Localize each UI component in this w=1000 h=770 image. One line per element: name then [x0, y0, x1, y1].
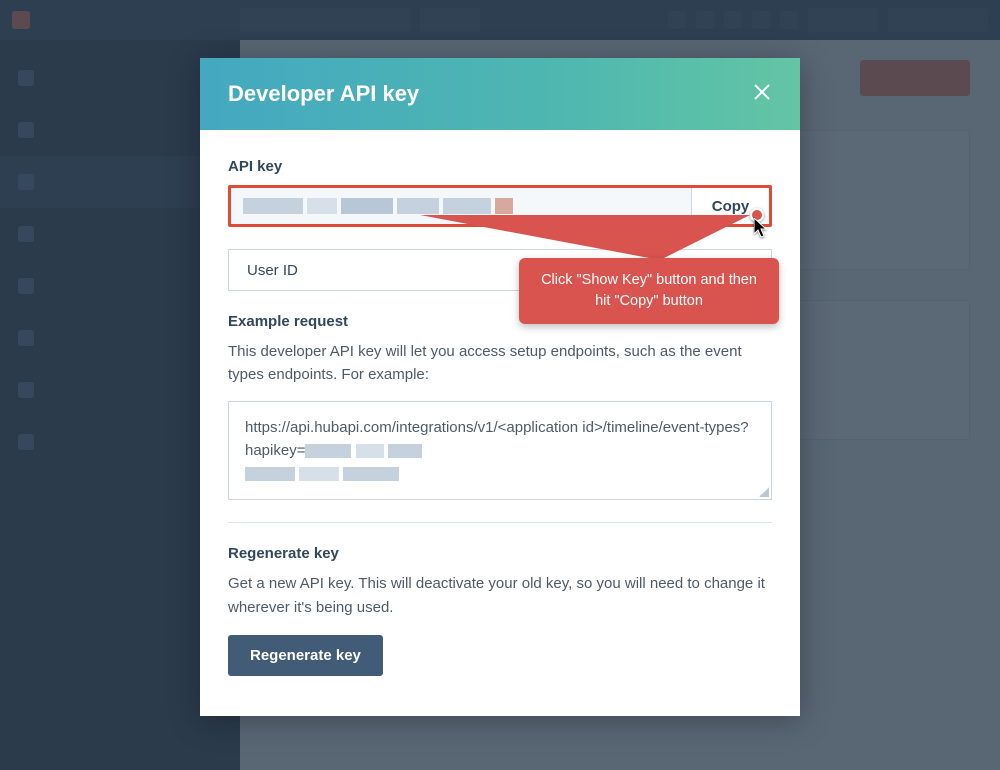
regenerate-description: Get a new API key. This will deactivate … [228, 572, 772, 619]
close-icon [752, 82, 772, 102]
user-id-label: User ID [247, 262, 298, 279]
api-key-field-group: API key Copy [228, 158, 772, 227]
callout-dot-icon [750, 208, 764, 222]
api-key-modal: Developer API key API key Copy U [200, 58, 800, 716]
regenerate-section: Regenerate key Get a new API key. This w… [228, 545, 772, 676]
modal-header: Developer API key [200, 58, 800, 130]
modal-title: Developer API key [228, 81, 419, 107]
close-button[interactable] [752, 82, 772, 106]
example-description: This developer API key will let you acce… [228, 340, 772, 387]
api-key-input[interactable] [231, 188, 691, 224]
regenerate-label: Regenerate key [228, 545, 772, 562]
example-request-box[interactable]: https://api.hubapi.com/integrations/v1/<… [228, 401, 772, 501]
divider [228, 522, 772, 523]
regenerate-button[interactable]: Regenerate key [228, 635, 383, 676]
example-section: Example request This developer API key w… [228, 313, 772, 500]
api-key-label: API key [228, 158, 772, 175]
api-key-row: Copy [228, 185, 772, 227]
modal-body: API key Copy User ID Example request T [200, 130, 800, 716]
instruction-callout: Click "Show Key" button and then hit "Co… [519, 258, 779, 324]
